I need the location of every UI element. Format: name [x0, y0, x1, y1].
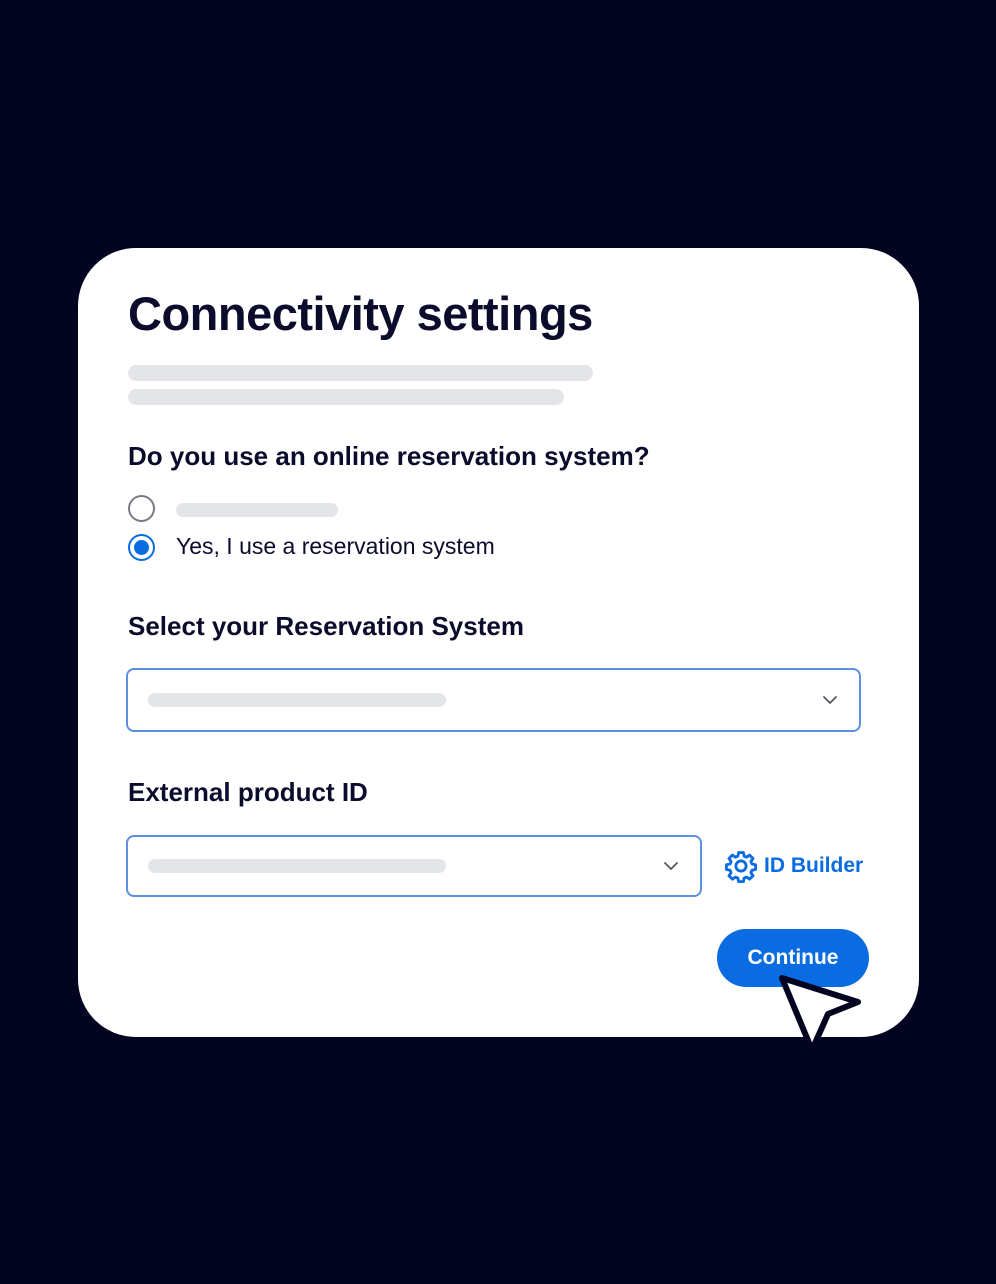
radio-option-no[interactable]	[128, 495, 155, 522]
radio-option-no-label-placeholder	[176, 503, 338, 517]
reservation-system-select[interactable]	[126, 668, 861, 732]
id-builder-label[interactable]: ID Builder	[764, 854, 863, 878]
chevron-down-icon[interactable]	[821, 691, 839, 709]
chevron-down-icon[interactable]	[662, 857, 680, 875]
id-builder-link[interactable]: ID Builder	[724, 848, 863, 884]
radio-option-yes[interactable]	[128, 534, 155, 561]
connectivity-settings-card: Connectivity settings Do you use an onli…	[78, 248, 919, 1037]
external-product-id-select[interactable]	[126, 835, 702, 897]
reservation-system-label: Select your Reservation System	[128, 611, 524, 641]
reservation-question-label: Do you use an online reservation system?	[128, 441, 650, 471]
external-product-id-label: External product ID	[128, 777, 368, 807]
gear-icon	[724, 851, 758, 883]
mouse-pointer-icon	[779, 975, 861, 1053]
page-title: Connectivity settings	[128, 287, 593, 340]
external-product-id-value-placeholder	[148, 859, 446, 873]
reservation-system-value-placeholder	[148, 693, 446, 707]
radio-selected-dot	[134, 540, 149, 555]
description-placeholder-line-2	[128, 389, 564, 405]
description-placeholder-line-1	[128, 365, 593, 381]
radio-option-yes-label[interactable]: Yes, I use a reservation system	[176, 533, 495, 560]
